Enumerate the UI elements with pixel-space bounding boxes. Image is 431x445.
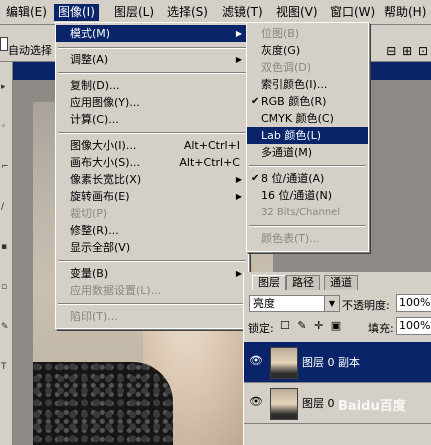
submenu-arrow-icon: ▶ [235,29,242,38]
menu-item-duplicate[interactable]: 复制(D)... [56,77,248,94]
chevron-down-icon[interactable]: ▼ [324,296,339,311]
fill-input[interactable]: 100% [396,317,431,335]
fill-label: 填充: [368,322,394,335]
layer-name: 图层 0 [302,397,335,410]
separator [58,303,246,305]
menu-window[interactable]: 窗口(W) [326,4,379,21]
tab-paths[interactable]: 路径 [286,275,320,290]
lock-options-icons[interactable]: ☐ ✎ ✛ ▣ [280,319,343,332]
tab-layers[interactable]: 图层 [252,275,286,290]
blend-mode-select[interactable]: 亮度 ▼ [249,295,340,312]
submenu-arrow-icon: ▶ [235,55,242,64]
tab-channels[interactable]: 通道 [324,275,358,290]
watermark: Baidu百度 [338,399,406,414]
mode-duotone: 双色调(D) [261,61,312,74]
menu-item-mode[interactable]: 模式(M) ▶ [56,25,248,42]
mode-cmyk[interactable]: CMYK 颜色(C) [247,110,368,127]
separator [58,132,246,134]
menu-edit[interactable]: 编辑(E) [2,4,51,21]
separator [58,47,246,49]
separator [249,225,366,227]
menu-item-apply-image[interactable]: 应用图像(Y)... [56,94,248,111]
submenu-arrow-icon: ▶ [235,192,242,201]
mode-multichannel[interactable]: 多通道(M) [247,144,368,161]
mode-16bit[interactable]: 16 位/通道(N) [247,187,368,204]
layer-thumbnail [270,388,298,420]
align-icons[interactable]: ⊟ ⊞ ⊡ [386,44,429,58]
auto-select-label: 自动选择 [8,44,52,57]
menu-select[interactable]: 选择(S) [163,4,212,21]
layer-row[interactable]: 👁 图层 0 副本 [244,342,431,383]
auto-select-checkbox[interactable] [0,37,8,51]
menu-layer[interactable]: 图层(L) [110,4,158,21]
submenu-arrow-icon: ▶ [235,175,242,184]
lock-label: 锁定: [248,322,274,335]
checkmark-icon: ✔ [251,96,260,107]
submenu-arrow-icon: ▶ [235,269,242,278]
mode-32bit: 32 Bits/Channel [261,207,341,218]
menu-item-image-size[interactable]: 图像大小(I)... Alt+Ctrl+I [56,137,248,154]
mode-lab[interactable]: Lab 颜色(L) [247,127,368,144]
crop-tool-icon[interactable]: ⌐ [1,162,9,172]
layers-panel: 图层 路径 通道 亮度 ▼ 不透明度: 100% 锁定: ☐ ✎ ✛ ▣ 填充:… [243,272,431,445]
mode-submenu: 位图(B) 灰度(G) 双色调(D) 索引颜色(I)... ✔ RGB 颜色(R)… [246,22,369,252]
mode-8bit[interactable]: ✔ 8 位/通道(A) [247,170,368,187]
text-tool-icon[interactable]: T [1,362,7,372]
layer-name: 图层 0 副本 [302,356,360,369]
menu-item-rotate-canvas[interactable]: 旋转画布(E) ▶ [56,188,248,205]
mode-rgb[interactable]: ✔ RGB 颜色(R) [247,93,368,110]
menu-item-trim[interactable]: 修整(R)... [56,222,248,239]
menu-item-adjust[interactable]: 调整(A) ▶ [56,51,248,68]
menu-item-trap: 陷印(T)... [70,310,118,323]
move-tool-icon[interactable]: ▸ [1,82,6,92]
mode-color-table: 颜色表(T)... [261,232,320,245]
eye-icon[interactable]: 👁 [248,354,264,368]
menu-item-apply-dataset: 应用数据设置(L)... [70,284,162,297]
separator [249,165,366,167]
eye-icon[interactable]: 👁 [248,395,264,409]
opacity-label: 不透明度: [342,299,390,312]
menu-item-crop: 裁切(P) [70,207,108,220]
opacity-input[interactable]: 100% [396,294,431,312]
separator [58,72,246,74]
pen-tool-icon[interactable]: ✎ [1,322,9,332]
mode-bitmap: 位图(B) [261,27,300,40]
toolbox: ▸ ◦ ⌐ / ▪ ▫ ✎ T [0,62,13,445]
mode-grayscale[interactable]: 灰度(G) [247,42,368,59]
menu-image[interactable]: 图像(I) [54,4,99,21]
image-menu: 模式(M) ▶ 调整(A) ▶ 复制(D)... 应用图像(Y)... 计算(C).… [55,22,249,329]
menu-item-reveal-all[interactable]: 显示全部(V) [56,239,248,256]
mode-indexed[interactable]: 索引颜色(I)... [247,76,368,93]
menu-item-canvas-size[interactable]: 画布大小(S)... Alt+Ctrl+C [56,154,248,171]
menu-filter[interactable]: 滤镜(T) [218,4,267,21]
checkmark-icon: ✔ [251,173,260,184]
menu-item-calculations[interactable]: 计算(C)... [56,111,248,128]
stamp-tool-icon[interactable]: ▪ [1,242,7,252]
menu-item-variables[interactable]: 变量(B) ▶ [56,265,248,282]
menu-help[interactable]: 帮助(H) [380,4,430,21]
photo-sequin-dress [33,362,173,445]
eraser-tool-icon[interactable]: ▫ [1,282,7,292]
brush-tool-icon[interactable]: / [1,202,4,212]
separator [58,260,246,262]
blend-mode-value: 亮度 [253,297,275,310]
menu-item-pixel-aspect[interactable]: 像素长宽比(X) ▶ [56,171,248,188]
menu-view[interactable]: 视图(V) [272,4,322,21]
lasso-tool-icon[interactable]: ◦ [1,122,6,132]
layer-thumbnail [270,347,298,379]
